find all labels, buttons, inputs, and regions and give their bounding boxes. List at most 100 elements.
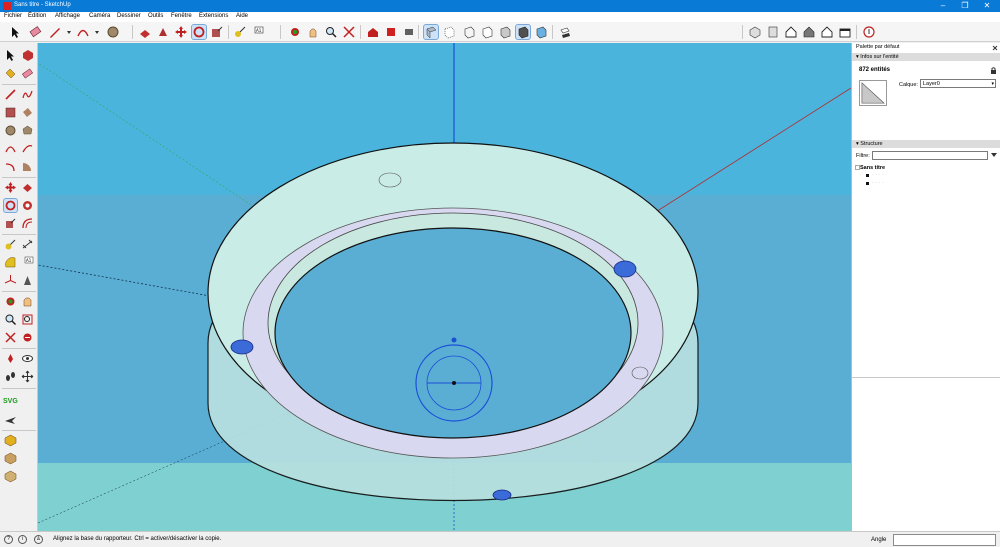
ruby-console-icon[interactable]: [862, 25, 876, 39]
axes-icon[interactable]: [4, 274, 17, 287]
paint-bucket-icon[interactable]: [4, 67, 17, 80]
move-icon[interactable]: [4, 181, 17, 194]
maximize-button[interactable]: ❐: [954, 0, 976, 12]
protractor-icon[interactable]: [4, 256, 17, 269]
position-camera-icon[interactable]: [4, 352, 17, 365]
zoom-icon[interactable]: [4, 313, 17, 326]
help-icon[interactable]: ?: [4, 535, 13, 544]
back-edges-icon[interactable]: [442, 25, 456, 39]
back-view-icon[interactable]: [820, 25, 834, 39]
text-icon[interactable]: A1: [250, 25, 264, 39]
menu-aide[interactable]: Aide: [236, 13, 248, 19]
circle-tool-icon[interactable]: [106, 25, 120, 39]
menu-affichage[interactable]: Affichage: [55, 13, 80, 19]
polygon-icon[interactable]: [21, 124, 34, 137]
top-view-icon[interactable]: [766, 25, 780, 39]
menu-outils[interactable]: Outils: [148, 13, 163, 19]
scene-canvas[interactable]: [38, 43, 851, 531]
structure-header[interactable]: ▾ Structure: [852, 140, 1000, 148]
layout-icon[interactable]: [402, 25, 416, 39]
close-icon[interactable]: [992, 45, 998, 51]
menu-extensions[interactable]: Extensions: [199, 13, 228, 19]
menu-edition[interactable]: Édition: [28, 13, 46, 19]
look-around-icon[interactable]: [21, 352, 34, 365]
tree-root-model[interactable]: Sans titre: [860, 165, 885, 171]
extension-warehouse-icon[interactable]: [384, 25, 398, 39]
pie-icon[interactable]: [21, 160, 34, 173]
rotate-icon[interactable]: [191, 24, 207, 40]
previous-view-icon[interactable]: [21, 331, 34, 344]
make-component-icon[interactable]: [21, 49, 34, 62]
front-view-icon[interactable]: [784, 25, 798, 39]
eraser-icon[interactable]: [21, 67, 34, 80]
zoom-extents-icon[interactable]: [342, 25, 356, 39]
measurements-input[interactable]: [893, 534, 996, 546]
zoom-icon[interactable]: [324, 25, 338, 39]
two-point-arc-icon[interactable]: [21, 142, 34, 155]
left-view-icon[interactable]: [838, 25, 852, 39]
eraser-icon[interactable]: [28, 25, 42, 39]
three-point-arc-icon[interactable]: [4, 160, 17, 173]
line-icon[interactable]: [4, 88, 17, 101]
cube-icon[interactable]: [4, 434, 17, 447]
hidden-line-icon[interactable]: [480, 25, 494, 39]
svg-extension-label[interactable]: SVG: [3, 398, 18, 405]
filter-menu-icon[interactable]: [990, 151, 998, 159]
follow-me-icon[interactable]: [21, 199, 34, 212]
orbit-icon[interactable]: [288, 25, 302, 39]
cube-icon[interactable]: [4, 452, 17, 465]
menu-camera[interactable]: Caméra: [89, 13, 110, 19]
rotated-rectangle-icon[interactable]: [21, 106, 34, 119]
arc-icon[interactable]: [76, 25, 90, 39]
rotate-icon[interactable]: [3, 198, 18, 213]
offset-icon[interactable]: [21, 217, 34, 230]
xray-icon[interactable]: [423, 24, 439, 40]
shaded-icon[interactable]: [498, 25, 512, 39]
pan-icon[interactable]: [21, 295, 34, 308]
plane-icon[interactable]: [4, 413, 17, 426]
section-plane-icon[interactable]: [21, 370, 34, 383]
menu-fenetre[interactable]: Fenêtre: [171, 13, 192, 19]
layer-select[interactable]: Layer0 ▾: [920, 79, 996, 88]
rectangle-icon[interactable]: [4, 106, 17, 119]
scale-icon[interactable]: [210, 25, 224, 39]
follow-me-icon[interactable]: [156, 25, 170, 39]
dimension-icon[interactable]: [21, 238, 34, 251]
select-icon[interactable]: [8, 25, 22, 39]
lock-icon[interactable]: [990, 67, 997, 74]
push-pull-icon[interactable]: [21, 181, 34, 194]
chevron-down-icon[interactable]: [90, 25, 104, 39]
zoom-window-icon[interactable]: [21, 313, 34, 326]
menu-fichier[interactable]: Fichier: [4, 13, 22, 19]
pan-icon[interactable]: [306, 25, 320, 39]
user-icon[interactable]: ♙: [34, 535, 43, 544]
zoom-extents-icon[interactable]: [4, 331, 17, 344]
wireframe-icon[interactable]: [462, 25, 476, 39]
drawing-viewport[interactable]: [38, 43, 851, 531]
info-icon[interactable]: i: [18, 535, 27, 544]
textured-icon[interactable]: [515, 24, 531, 40]
walk-icon[interactable]: [4, 370, 17, 383]
pencil-icon[interactable]: [48, 25, 62, 39]
right-view-icon[interactable]: [802, 25, 816, 39]
pushpull-icon[interactable]: [138, 25, 152, 39]
3d-text-icon[interactable]: [21, 274, 34, 287]
tree-item[interactable]: · · · ·: [872, 172, 884, 178]
menu-dessiner[interactable]: Dessiner: [117, 13, 141, 19]
select-icon[interactable]: [4, 49, 17, 62]
minimize-button[interactable]: –: [932, 0, 954, 12]
close-button[interactable]: ✕: [976, 0, 998, 12]
cube-icon[interactable]: [4, 470, 17, 483]
tape-measure-icon[interactable]: [4, 238, 17, 251]
filter-input[interactable]: [872, 151, 988, 160]
text-icon[interactable]: A1: [21, 256, 34, 269]
arc-icon[interactable]: [4, 142, 17, 155]
entity-info-header[interactable]: ▾ Infos sur l'entité: [852, 53, 1000, 61]
circle-icon[interactable]: [4, 124, 17, 137]
iso-view-icon[interactable]: [748, 25, 762, 39]
tape-measure-icon[interactable]: [233, 25, 247, 39]
shadows-icon[interactable]: [558, 25, 572, 39]
freehand-icon[interactable]: [21, 88, 34, 101]
orbit-icon[interactable]: [4, 295, 17, 308]
monochrome-icon[interactable]: [534, 25, 548, 39]
